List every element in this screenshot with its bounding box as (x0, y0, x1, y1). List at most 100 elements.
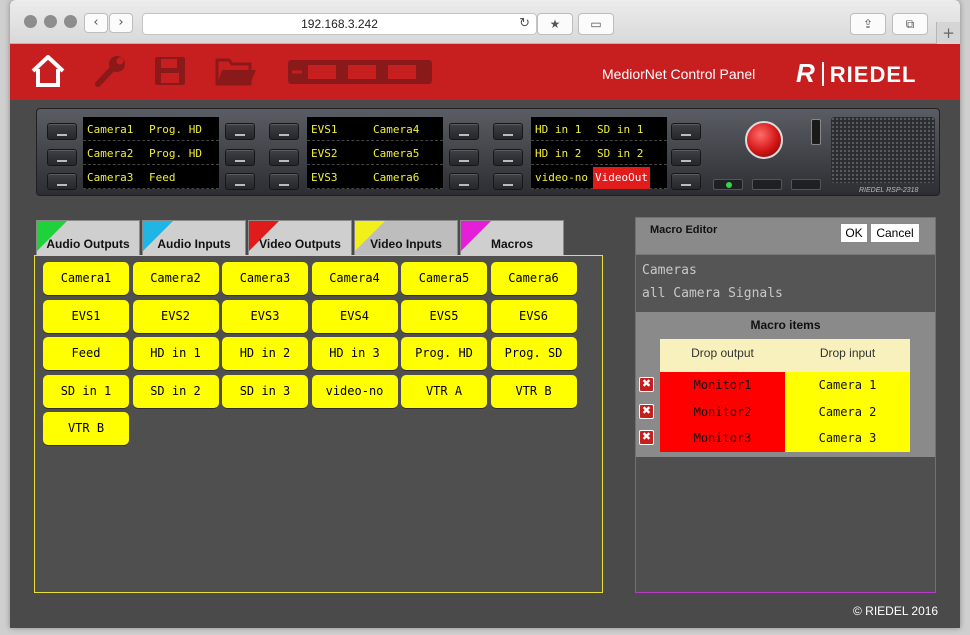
macro-name: Cameras (642, 263, 697, 278)
macro-item-input[interactable]: Camera 3 (785, 425, 910, 452)
signal-button[interactable]: VTR A (401, 374, 487, 408)
device-icon[interactable] (286, 54, 434, 88)
folder-icon[interactable] (214, 54, 258, 88)
signal-button[interactable]: HD in 2 (222, 337, 308, 370)
macro-item-input[interactable]: Camera 1 (785, 372, 910, 399)
signal-button[interactable]: Prog. HD (401, 337, 487, 370)
sidebar-icon[interactable]: ▭ (578, 13, 614, 35)
signal-button[interactable]: EVS2 (132, 299, 219, 333)
rotary-knob[interactable] (745, 121, 783, 159)
address-bar[interactable]: 192.168.3.242 ↻ (142, 13, 537, 35)
bookmark-icon[interactable]: ★ (537, 13, 573, 35)
tab-audio-outputs[interactable]: Audio Outputs (36, 220, 140, 255)
drop-input-header: Drop input (785, 339, 910, 372)
back-button[interactable]: ‹ (84, 13, 108, 33)
signal-button[interactable]: HD in 3 (311, 337, 398, 370)
macro-item-output[interactable]: Monitor1 (660, 372, 785, 399)
tab-macros[interactable]: Macros (460, 220, 564, 255)
tab-video-inputs[interactable]: Video Inputs (354, 220, 458, 255)
lcd-cell: EVS2 (311, 147, 338, 160)
delete-item-icon[interactable]: ✖ (639, 403, 654, 419)
device-button-6[interactable] (225, 173, 255, 190)
delete-item-icon[interactable]: ✖ (639, 377, 654, 392)
tab-audio-inputs[interactable]: Audio Inputs (142, 220, 246, 255)
reload-icon[interactable]: ↻ (519, 14, 530, 34)
signal-button[interactable]: SD in 1 (43, 374, 129, 408)
share-icon[interactable]: ⇪ (850, 13, 886, 35)
macro-item-output[interactable]: Monitor2 (660, 398, 785, 426)
device-button-11[interactable] (449, 149, 479, 166)
cancel-button[interactable]: Cancel (870, 223, 920, 243)
device-button-13[interactable] (493, 123, 523, 140)
device-button-14[interactable] (493, 149, 523, 166)
signal-button[interactable]: Camera5 (401, 262, 487, 295)
signal-button[interactable]: SD in 2 (132, 374, 219, 408)
minimize-window-button[interactable] (44, 15, 57, 28)
device-button-7[interactable] (269, 123, 299, 140)
signal-button[interactable]: EVS4 (311, 299, 398, 333)
device-panel: Camera1 Prog. HD Camera2 Prog. HD Camera3 Fee… (36, 108, 940, 196)
wrench-icon[interactable] (92, 54, 128, 88)
device-small-button-3[interactable] (791, 179, 821, 190)
signal-button[interactable]: VTR B (43, 412, 129, 445)
signal-button[interactable]: video-no (311, 374, 398, 408)
device-button-16[interactable] (671, 123, 701, 140)
home-icon[interactable] (30, 54, 66, 88)
device-button-5[interactable] (225, 149, 255, 166)
signal-button[interactable]: EVS5 (401, 299, 487, 333)
tab-label: Macros (490, 237, 534, 251)
device-button-12[interactable] (449, 173, 479, 190)
new-tab-button[interactable]: + (936, 22, 960, 44)
device-button-2[interactable] (47, 149, 77, 166)
macro-items-section: Macro items Drop output Drop input ✖ Moni… (636, 312, 935, 457)
signal-button[interactable]: SD in 3 (222, 374, 308, 408)
app-title: MediorNet Control Panel (602, 66, 756, 82)
signal-button[interactable]: Camera1 (43, 262, 129, 295)
device-button-10[interactable] (449, 123, 479, 140)
lcd-row: HD in 1 SD in 1 (531, 119, 667, 141)
signal-button[interactable]: EVS6 (490, 299, 577, 333)
tabs-overview-icon[interactable]: ⧉ (892, 13, 928, 35)
signal-panel: Camera1 Camera2 Camera3 Camera4 Camera5 Camer… (34, 255, 603, 593)
device-button-17[interactable] (671, 149, 701, 166)
lcd-cell: Prog. HD (149, 147, 202, 160)
tab-label: Audio Outputs (46, 237, 130, 251)
signal-button[interactable]: Prog. SD (490, 337, 577, 370)
signal-button[interactable]: Camera3 (222, 262, 308, 295)
device-button-18[interactable] (671, 173, 701, 190)
device-small-button-2[interactable] (752, 179, 782, 190)
tab-label: Audio Inputs (157, 237, 231, 251)
drop-output-header: Drop output (660, 339, 785, 372)
zoom-window-button[interactable] (64, 15, 77, 28)
signal-button[interactable]: EVS3 (222, 299, 308, 333)
macro-text-area[interactable]: Cameras all Camera Signals (636, 254, 935, 312)
lcd-row: Camera1 Prog. HD (83, 119, 219, 141)
device-button-4[interactable] (225, 123, 255, 140)
signal-button[interactable]: Camera2 (132, 262, 219, 295)
device-button-1[interactable] (47, 123, 77, 140)
signal-button[interactable]: VTR B (490, 374, 577, 408)
lcd-row: HD in 2 SD in 2 (531, 143, 667, 165)
device-button-3[interactable] (47, 173, 77, 190)
signal-button[interactable]: Camera4 (311, 262, 398, 295)
signal-button[interactable]: Feed (43, 337, 129, 370)
delete-item-icon[interactable]: ✖ (639, 430, 654, 445)
save-icon[interactable] (152, 54, 188, 88)
close-window-button[interactable] (24, 15, 37, 28)
macro-items-title: Macro items (750, 318, 821, 332)
macro-item-output[interactable]: Monitor3 (660, 425, 785, 452)
signal-button[interactable]: Camera6 (490, 262, 577, 295)
device-small-button-1[interactable] (713, 179, 743, 190)
device-button-15[interactable] (493, 173, 523, 190)
device-button-8[interactable] (269, 149, 299, 166)
lcd-cell: EVS3 (311, 171, 338, 184)
browser-window: ‹ › 192.168.3.242 ↻ ★ ▭ ⇪ ⧉ + MediorNet … (10, 0, 960, 628)
tab-video-outputs[interactable]: Video Outputs (248, 220, 352, 255)
forward-button[interactable]: › (109, 13, 133, 33)
device-button-9[interactable] (269, 173, 299, 190)
macro-item-input[interactable]: Camera 2 (785, 398, 910, 426)
signal-button[interactable]: HD in 1 (132, 337, 219, 370)
macro-editor: Macro Editor OK Cancel Cameras all Camer… (635, 217, 936, 593)
signal-button[interactable]: EVS1 (43, 299, 129, 333)
ok-button[interactable]: OK (840, 223, 868, 243)
